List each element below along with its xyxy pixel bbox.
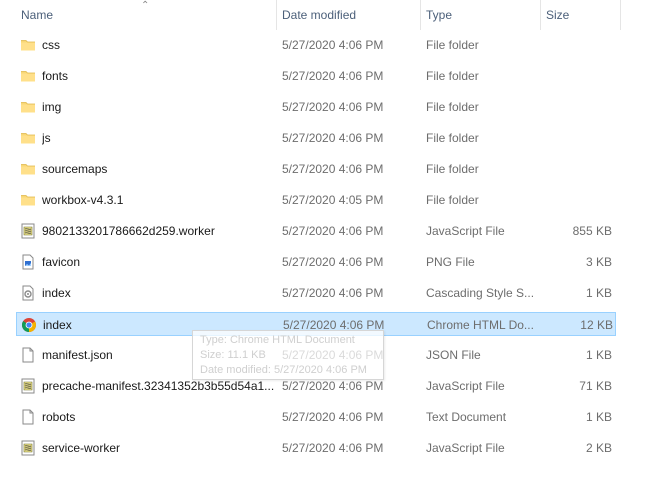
file-type: JavaScript File [426,379,505,393]
column-header-type[interactable]: Type [420,0,540,30]
file-type: JavaScript File [426,224,505,238]
file-row[interactable]: favicon 5/27/2020 4:06 PM PNG File 3 KB [16,250,616,274]
file-row[interactable]: img 5/27/2020 4:06 PM File folder [16,95,616,119]
file-date-modified: 5/27/2020 4:06 PM [282,38,384,52]
file-name: 9802133201786662d259.worker [42,224,215,238]
javascript-file-icon [20,378,36,394]
column-header-size[interactable]: Size [540,0,620,30]
file-name: img [42,100,62,114]
file-name: workbox-v4.3.1 [42,193,124,207]
folder-icon [20,130,36,146]
file-size: 855 KB [572,224,612,238]
file-name: css [42,38,60,52]
chrome-icon [21,317,37,333]
column-header-bar: ⌃ Name Date modified Type Size [0,0,660,30]
file-row[interactable]: robots 5/27/2020 4:06 PM Text Document 1 KB [16,405,616,429]
file-name: service-worker [42,441,121,455]
file-name: sourcemaps [42,162,108,176]
file-date-modified: 5/27/2020 4:06 PM [282,255,384,269]
folder-icon [20,161,36,177]
file-size: 3 KB [585,255,612,269]
file-name: js [42,131,51,145]
file-row[interactable]: sourcemaps 5/27/2020 4:06 PM File folder [16,157,616,181]
file-row[interactable]: workbox-v4.3.1 5/27/2020 4:05 PM File fold… [16,188,616,212]
file-size [536,126,612,150]
file-type: File folder [426,69,479,83]
file-size [536,157,612,181]
javascript-file-icon [20,223,36,239]
file-type: PNG File [426,255,475,269]
folder-icon [20,37,36,53]
blank-file-icon [20,409,36,425]
file-row[interactable]: js 5/27/2020 4:06 PM File folder [16,126,616,150]
file-size: 2 KB [585,441,612,455]
file-size [536,188,612,212]
file-row[interactable]: index 5/27/2020 4:06 PM Cascading Style S.… [16,281,616,305]
file-size: 12 KB [580,318,613,332]
file-type: JSON File [426,348,481,362]
tooltip-type: Type: Chrome HTML Document [200,334,355,346]
file-size [536,33,612,57]
file-size: 1 KB [585,348,612,362]
file-row[interactable]: fonts 5/27/2020 4:06 PM File folder [16,64,616,88]
file-tooltip: Type: Chrome HTML Document Size: 11.1 KB… [192,330,384,380]
file-type: File folder [426,100,479,114]
png-file-icon [20,254,36,270]
tooltip-size: Size: 11.1 KB [200,349,266,361]
file-type: File folder [426,162,479,176]
file-name: favicon [42,255,81,269]
file-date-modified: 5/27/2020 4:05 PM [282,193,384,207]
file-size: 1 KB [585,286,612,300]
file-date-modified: 5/27/2020 4:06 PM [282,131,384,145]
file-name: robots [42,410,76,424]
css-file-icon [20,285,36,301]
file-date-modified: 5/27/2020 4:06 PM [282,69,384,83]
file-size: 71 KB [579,379,612,393]
file-name: fonts [42,69,69,83]
file-type: File folder [426,38,479,52]
column-divider[interactable] [620,0,621,30]
file-date-modified: 5/27/2020 4:06 PM [282,100,384,114]
file-size [536,95,612,119]
file-name: index [42,286,71,300]
folder-icon [20,192,36,208]
file-size: 1 KB [585,410,612,424]
tooltip-date: Date modified: 5/27/2020 4:06 PM [200,364,367,376]
blank-file-icon [20,347,36,363]
column-header-name[interactable]: Name [15,0,276,30]
file-type: Text Document [426,410,507,424]
file-type: File folder [426,131,479,145]
file-date-modified: 5/27/2020 4:06 PM [282,162,384,176]
file-type: Chrome HTML Do... [427,318,534,332]
folder-icon [20,99,36,115]
file-row[interactable]: service-worker 5/27/2020 4:06 PM JavaScrip… [16,436,616,460]
file-row[interactable]: css 5/27/2020 4:06 PM File folder [16,33,616,57]
file-date-modified: 5/27/2020 4:06 PM [282,441,384,455]
folder-icon [20,68,36,84]
file-date-modified: 5/27/2020 4:06 PM [282,224,384,238]
file-type: JavaScript File [426,441,505,455]
file-row[interactable]: 9802133201786662d259.worker 5/27/2020 4:0… [16,219,616,243]
column-header-date-modified[interactable]: Date modified [276,0,420,30]
javascript-file-icon [20,440,36,456]
file-type: File folder [426,193,479,207]
file-date-modified: 5/27/2020 4:06 PM [282,410,384,424]
file-type: Cascading Style S... [426,286,534,300]
file-date-modified: 5/27/2020 4:06 PM [282,286,384,300]
file-size [536,64,612,88]
